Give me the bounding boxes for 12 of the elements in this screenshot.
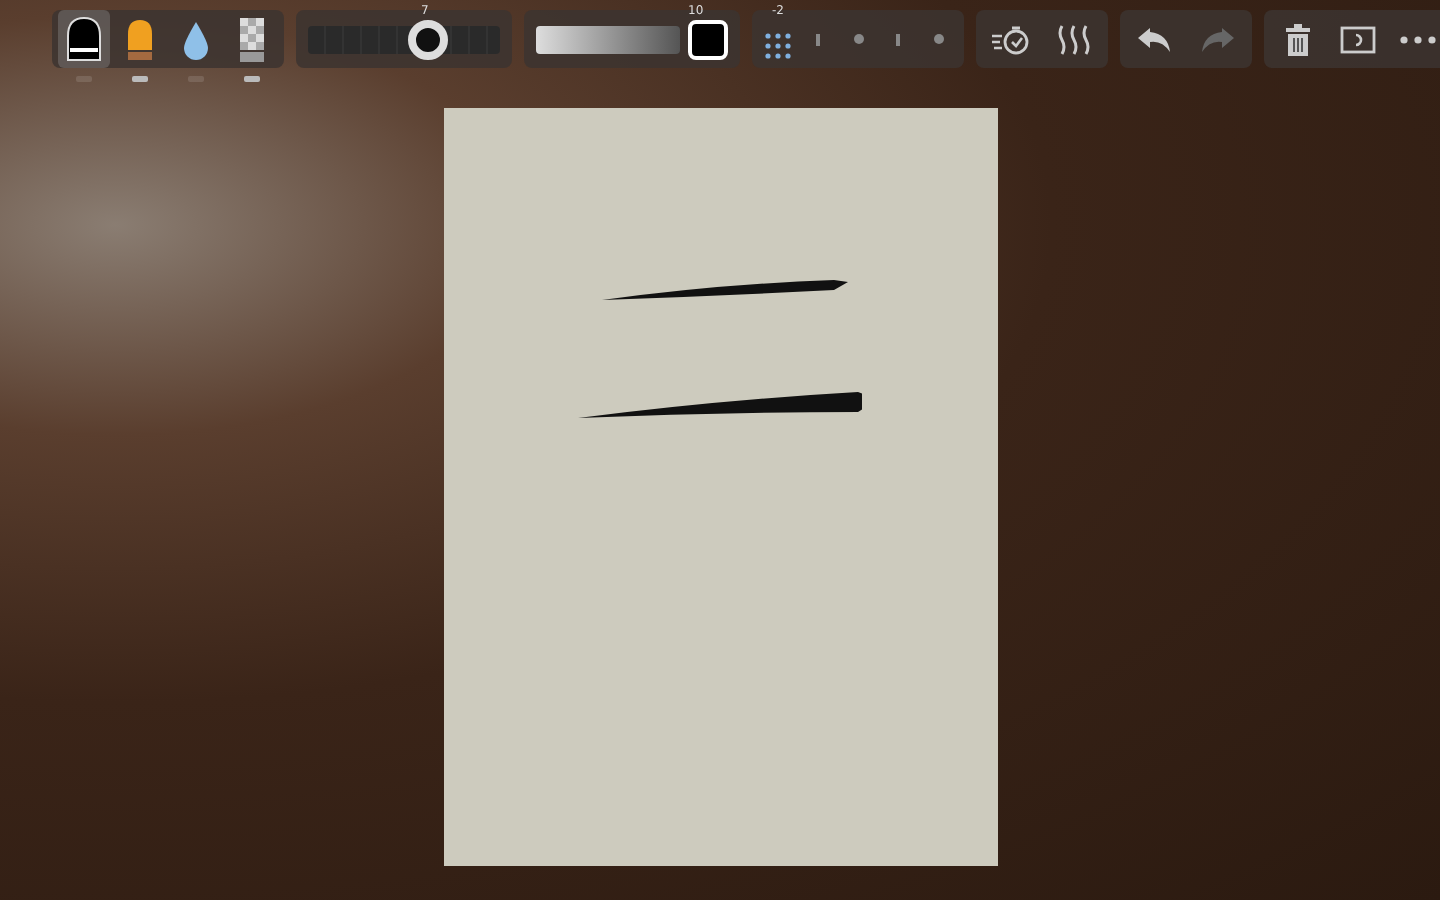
- opacity-thumb[interactable]: [688, 19, 728, 59]
- tick-icon: [896, 33, 900, 45]
- tick-icon: [816, 33, 820, 45]
- opacity-slider[interactable]: [536, 25, 680, 53]
- brush-icon: [64, 15, 104, 63]
- water-drop-icon: [182, 19, 210, 59]
- dot-icon: [933, 34, 943, 44]
- dot-grid-icon[interactable]: [764, 31, 792, 59]
- dot-icon: [853, 34, 863, 44]
- ink-tip-icon: [126, 17, 154, 61]
- slider-thumb[interactable]: [407, 19, 448, 59]
- texture-icon: [238, 15, 266, 63]
